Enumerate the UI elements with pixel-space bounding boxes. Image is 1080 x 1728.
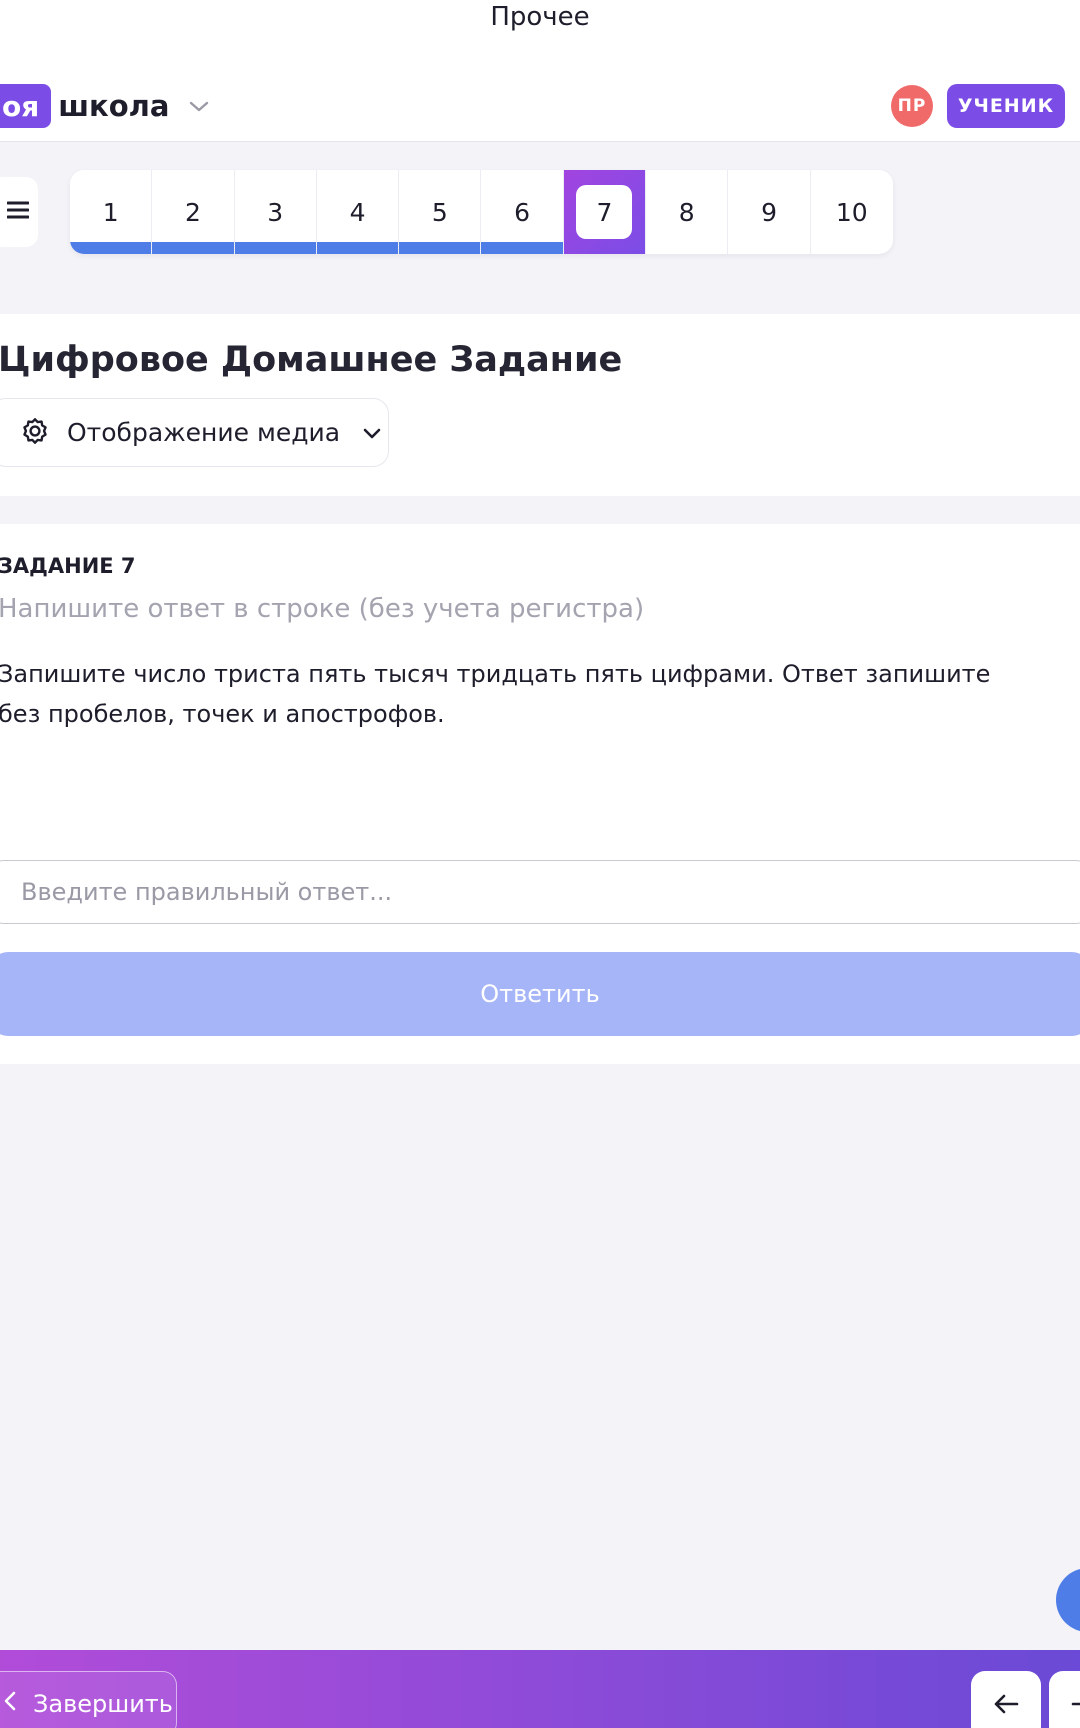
chevron-left-icon — [3, 1690, 17, 1718]
arrow-left-icon — [993, 1693, 1019, 1719]
media-display-dropdown[interactable]: Отображение медиа — [0, 398, 389, 467]
user-avatar[interactable]: ПР — [891, 85, 933, 127]
pager-item-label: 10 — [835, 197, 868, 227]
homework-header-card: Цифровое Домашнее Задание Отображение ме… — [0, 314, 1080, 496]
next-task-button[interactable] — [1049, 1671, 1080, 1728]
role-badge[interactable]: УЧЕНИК — [947, 84, 1065, 128]
pager-item-9[interactable]: 9 — [728, 170, 811, 254]
task-card: ЗАДАНИЕ 7 Напишите ответ в строке (без у… — [0, 524, 1080, 1064]
pager-item-10[interactable]: 10 — [811, 170, 893, 254]
task-number-label: ЗАДАНИЕ 7 — [0, 554, 136, 578]
pager-item-label: 6 — [514, 197, 531, 227]
app-header: Прочее оя школа ПР УЧЕНИК — [0, 0, 1080, 142]
brand-name: школа — [58, 89, 170, 123]
pager-item-label: 4 — [349, 197, 366, 227]
chevron-down-icon — [187, 93, 213, 119]
finish-button[interactable]: Завершить — [0, 1671, 177, 1728]
pager-item-7[interactable]: 7 — [563, 170, 647, 254]
media-display-label: Отображение медиа — [67, 418, 341, 447]
hamburger-icon — [6, 200, 30, 224]
menu-button[interactable] — [0, 177, 38, 247]
task-question-text: Запишите число триста пять тысяч тридцат… — [0, 660, 991, 728]
pager-item-5[interactable]: 5 — [399, 170, 482, 254]
pager-item-4[interactable]: 4 — [316, 170, 400, 254]
chevron-down-icon — [360, 421, 384, 445]
pager-item-label: 5 — [431, 197, 448, 227]
brand-logo-badge: оя — [0, 84, 52, 128]
pager-item-6[interactable]: 6 — [481, 170, 564, 254]
pager-item-8[interactable]: 8 — [646, 170, 729, 254]
pager-item-label: 9 — [761, 197, 777, 227]
school-switcher[interactable]: оя школа — [0, 84, 213, 128]
footer-bar: Завершить — [0, 1650, 1080, 1728]
pager-item-3[interactable]: 3 — [234, 170, 317, 254]
previous-task-button[interactable] — [971, 1671, 1041, 1728]
pager-item-label: 8 — [678, 197, 695, 227]
page-top-title: Прочее — [490, 2, 590, 32]
pager-item-label: 2 — [184, 197, 201, 227]
pager-item-label: 3 — [267, 197, 284, 227]
task-pager: 1 2 3 4 5 6 7 8 9 10 — [70, 170, 893, 254]
task-hint: Напишите ответ в строке (без учета регис… — [0, 594, 645, 624]
homework-title: Цифровое Домашнее Задание — [0, 340, 623, 380]
pager-item-2[interactable]: 2 — [152, 170, 235, 254]
floating-action-button[interactable] — [1056, 1568, 1080, 1632]
pager-item-label: 7 — [576, 185, 633, 239]
gear-icon — [19, 415, 51, 451]
pager-item-1[interactable]: 1 — [70, 170, 153, 254]
pager-item-label: 1 — [102, 197, 119, 227]
submit-answer-button[interactable]: Ответить — [0, 952, 1080, 1036]
answer-input[interactable] — [0, 860, 1080, 924]
finish-label: Завершить — [33, 1690, 173, 1718]
arrow-right-icon — [1071, 1693, 1080, 1719]
